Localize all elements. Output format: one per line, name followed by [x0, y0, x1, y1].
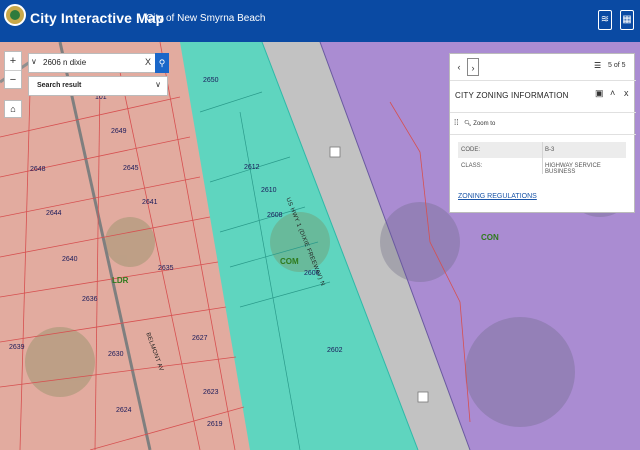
- collapse-icon[interactable]: ˄: [610, 88, 615, 98]
- parcel-label: 2623: [203, 389, 219, 396]
- search-result-label: Search result: [37, 82, 82, 89]
- chevron-down-icon[interactable]: ∨: [31, 57, 37, 66]
- next-feature-button[interactable]: ›: [467, 58, 479, 76]
- search-icon[interactable]: ⚲: [155, 53, 169, 73]
- app-title: City Interactive Map: [30, 10, 165, 26]
- zone-label-con: CON: [481, 233, 499, 242]
- parcel-label: 2641: [142, 199, 158, 206]
- dock-icon[interactable]: ▣: [595, 88, 604, 99]
- parcel-label: 2636: [82, 296, 98, 303]
- parcel-label: 2610: [261, 187, 277, 194]
- clear-search-button[interactable]: X: [145, 57, 151, 67]
- list-icon[interactable]: ☰: [594, 61, 601, 70]
- chevron-down-icon[interactable]: ∨: [155, 80, 161, 89]
- zoom-control: + −: [4, 51, 22, 89]
- parcel-label: 2627: [192, 335, 208, 342]
- search-result-dropdown[interactable]: Search result ∨: [28, 76, 168, 96]
- grid-apps-icon[interactable]: ▦: [620, 10, 634, 30]
- attribute-table: CODE: B-3 CLASS: HIGHWAY SERVICE BUSINES…: [458, 142, 626, 175]
- parcel-label: 2650: [203, 77, 219, 84]
- search-input[interactable]: 2606 n dixie: [43, 58, 86, 67]
- parcel-label: 2630: [108, 351, 124, 358]
- layers-icon[interactable]: ≋: [598, 10, 612, 30]
- search-box[interactable]: ∨ 2606 n dixie X: [28, 53, 168, 73]
- attribute-key: CLASS:: [461, 163, 483, 169]
- previous-feature-button[interactable]: ‹: [453, 58, 465, 76]
- parcel-label: 2639: [9, 344, 25, 351]
- parcel-label: 2624: [116, 407, 132, 414]
- zoning-info-panel: ‹ › ☰ 5 of 5 CITY ZONING INFORMATION ▣ ˄…: [449, 53, 636, 213]
- zoom-in-button[interactable]: +: [5, 52, 21, 70]
- app-header: City Interactive Map City of New Smyrna …: [0, 0, 640, 42]
- zone-label-com: COM: [280, 257, 299, 266]
- parcel-label: 2612: [244, 164, 260, 171]
- zoom-to-button[interactable]: 🔍︎ Zoom to: [464, 120, 495, 127]
- zone-label-ldr: LDR: [112, 276, 129, 285]
- parcel-label: 2644: [46, 210, 62, 217]
- parcel-label: 2648: [30, 166, 46, 173]
- parcel-label: 2649: [111, 128, 127, 135]
- zoning-regulations-link[interactable]: ZONING REGULATIONS: [458, 193, 537, 200]
- parcel-label: 2619: [207, 421, 223, 428]
- actions-menu-icon[interactable]: ⁞⁞: [454, 118, 458, 127]
- panel-title: CITY ZONING INFORMATION: [455, 91, 569, 100]
- attribute-value: B-3: [545, 147, 555, 153]
- app-subtitle: City of New Smyrna Beach: [146, 13, 266, 24]
- city-seal-logo: [4, 4, 26, 26]
- parcel-label: 2640: [62, 256, 78, 263]
- attribute-value: HIGHWAY SERVICE BUSINESS: [545, 163, 601, 175]
- parcel-label: 2608: [267, 212, 283, 219]
- table-row: CODE: B-3: [458, 142, 626, 158]
- zoom-to-label: Zoom to: [473, 121, 496, 127]
- attribute-key: CODE:: [461, 147, 481, 153]
- feature-page-indicator: 5 of 5: [608, 62, 626, 69]
- zoom-out-button[interactable]: −: [5, 70, 21, 88]
- close-icon[interactable]: x: [624, 88, 629, 98]
- table-row: CLASS: HIGHWAY SERVICE BUSINESS: [458, 158, 626, 175]
- parcel-label: 2602: [327, 347, 343, 354]
- parcel-label: 2635: [158, 265, 174, 272]
- parcel-label: 2645: [123, 165, 139, 172]
- home-icon[interactable]: ⌂: [4, 100, 22, 118]
